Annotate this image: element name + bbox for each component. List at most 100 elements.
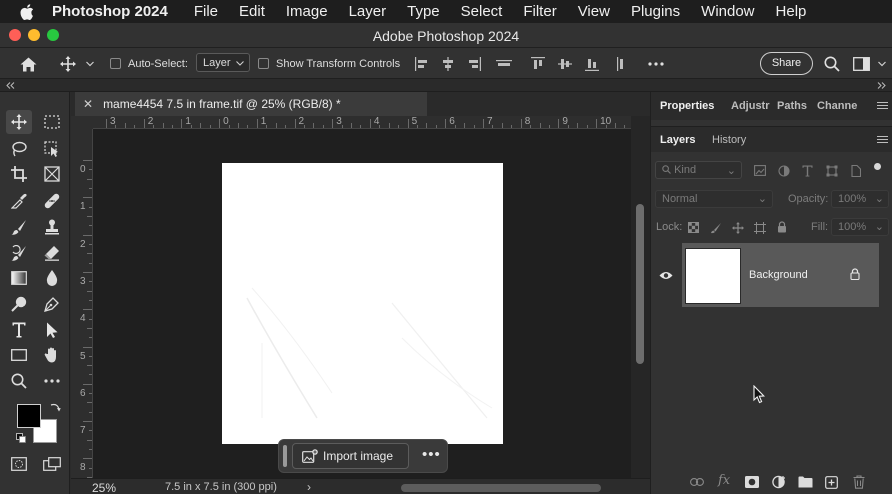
menu-plugins[interactable]: Plugins: [631, 3, 680, 20]
crop-tool-icon[interactable]: [6, 162, 32, 186]
object-selection-tool-icon[interactable]: [39, 137, 65, 161]
swap-colors-icon[interactable]: [48, 401, 62, 413]
filter-smart-objects-icon[interactable]: [849, 164, 862, 177]
tab-adjustments[interactable]: Adjustr: [731, 100, 770, 112]
marquee-tool-icon[interactable]: [39, 110, 65, 134]
screen-mode-icon[interactable]: [39, 452, 65, 476]
lock-all-icon[interactable]: [775, 220, 788, 234]
pen-tool-icon[interactable]: [39, 292, 65, 316]
new-layer-icon[interactable]: [823, 474, 839, 490]
distribute-vertically-icon[interactable]: [495, 56, 513, 72]
menu-layer[interactable]: Layer: [349, 3, 387, 20]
auto-select-checkbox[interactable]: [110, 58, 121, 69]
menu-filter[interactable]: Filter: [523, 3, 556, 20]
vertical-scroll-thumb[interactable]: [636, 204, 644, 364]
healing-brush-tool-icon[interactable]: [39, 189, 65, 213]
horizontal-scroll-thumb[interactable]: [401, 484, 601, 492]
layer-visibility-eye-icon[interactable]: [659, 269, 673, 283]
menu-help[interactable]: Help: [776, 3, 807, 20]
show-transform-controls-checkbox[interactable]: [258, 58, 269, 69]
add-mask-icon[interactable]: [744, 475, 760, 489]
tab-properties[interactable]: Properties: [660, 100, 714, 112]
lock-position-icon[interactable]: [731, 221, 744, 234]
menu-type[interactable]: Type: [407, 3, 440, 20]
task-bar-more-button[interactable]: •••: [422, 446, 441, 463]
default-colors-icon[interactable]: [15, 432, 27, 444]
more-tools-icon[interactable]: [39, 369, 65, 393]
filter-type-layers-icon[interactable]: [801, 164, 814, 177]
zoom-tool-icon[interactable]: [6, 369, 32, 393]
tab-channels[interactable]: Channe: [817, 100, 857, 112]
align-vertical-centers-icon[interactable]: [557, 56, 573, 72]
canvas-area[interactable]: [93, 129, 631, 478]
brush-tool-icon[interactable]: [6, 215, 32, 239]
workspace-icon[interactable]: [851, 55, 871, 73]
lasso-tool-icon[interactable]: [6, 137, 32, 161]
menu-app-name[interactable]: Photoshop 2024: [52, 3, 168, 20]
align-top-edges-icon[interactable]: [530, 56, 546, 72]
new-adjustment-layer-icon[interactable]: [771, 474, 787, 490]
menu-edit[interactable]: Edit: [239, 3, 265, 20]
ruler-origin[interactable]: [71, 116, 93, 129]
search-icon[interactable]: [822, 55, 842, 73]
expand-left-icon[interactable]: [6, 82, 15, 89]
history-brush-tool-icon[interactable]: [6, 241, 32, 265]
fill-field[interactable]: 100% ⌄: [831, 218, 889, 236]
collapse-right-icon[interactable]: [877, 82, 886, 89]
layer-lock-icon[interactable]: [849, 267, 861, 281]
eyedropper-tool-icon[interactable]: [6, 189, 32, 213]
status-menu-chevron-icon[interactable]: ›: [307, 480, 311, 494]
filter-adjustment-layers-icon[interactable]: [777, 164, 790, 177]
layer-row-background[interactable]: Background: [682, 243, 879, 307]
home-icon[interactable]: [18, 55, 38, 73]
layer-name[interactable]: Background: [749, 269, 808, 281]
menu-select[interactable]: Select: [461, 3, 503, 20]
quick-mask-icon[interactable]: [6, 452, 32, 476]
link-layers-icon[interactable]: [689, 475, 705, 489]
auto-select-target-dropdown[interactable]: Layer: [196, 53, 250, 72]
distribute-horizontally-icon[interactable]: [613, 56, 629, 72]
vertical-ruler[interactable]: 0 1 2 3 4 5 6 7 8: [71, 129, 93, 478]
frame-tool-icon[interactable]: [39, 162, 65, 186]
align-right-edges-icon[interactable]: [466, 56, 482, 72]
filter-toggle-switch[interactable]: [874, 163, 881, 170]
panel-menu-icon[interactable]: [877, 136, 888, 145]
vertical-scrollbar[interactable]: [631, 116, 650, 478]
more-options-icon[interactable]: [646, 56, 666, 72]
horizontal-ruler[interactable]: 3 2 1 0 1 2 3 4 5 6 7 8 9 10: [93, 116, 631, 129]
zoom-level[interactable]: 25%: [92, 481, 116, 494]
opacity-field[interactable]: 100% ⌄: [831, 190, 889, 208]
import-image-button[interactable]: Import image: [292, 443, 409, 469]
menu-image[interactable]: Image: [286, 3, 328, 20]
menu-window[interactable]: Window: [701, 3, 754, 20]
blend-mode-dropdown[interactable]: Normal ⌄: [655, 190, 773, 208]
drag-handle[interactable]: [283, 445, 287, 467]
tab-paths[interactable]: Paths: [777, 100, 807, 112]
close-tab-icon[interactable]: ✕: [83, 97, 93, 111]
foreground-color-swatch[interactable]: [17, 404, 41, 428]
new-group-folder-icon[interactable]: [797, 475, 813, 489]
chevron-down-icon[interactable]: [84, 58, 96, 70]
menu-view[interactable]: View: [578, 3, 610, 20]
chevron-down-icon[interactable]: [876, 58, 888, 70]
blur-tool-icon[interactable]: [39, 266, 65, 290]
align-left-edges-icon[interactable]: [414, 56, 430, 72]
rectangle-tool-icon[interactable]: [6, 343, 32, 367]
dodge-tool-icon[interactable]: [6, 292, 32, 316]
move-tool-icon[interactable]: [6, 110, 32, 134]
document-tab[interactable]: ✕ mame4454 7.5 in frame.tif @ 25% (RGB/8…: [75, 92, 427, 116]
layer-kind-filter[interactable]: Kind ⌄: [655, 161, 742, 179]
hand-tool-icon[interactable]: [39, 343, 65, 367]
menu-file[interactable]: File: [194, 3, 218, 20]
path-selection-tool-icon[interactable]: [39, 318, 65, 342]
layer-style-fx-icon[interactable]: fx: [718, 473, 730, 488]
tab-layers[interactable]: Layers: [660, 134, 695, 146]
filter-pixel-layers-icon[interactable]: [753, 164, 766, 177]
lock-image-pixels-icon[interactable]: [709, 221, 722, 234]
move-tool-icon[interactable]: [58, 55, 78, 73]
align-horizontal-centers-icon[interactable]: [440, 56, 456, 72]
panel-menu-icon[interactable]: [877, 102, 888, 111]
eraser-tool-icon[interactable]: [39, 241, 65, 265]
gradient-tool-icon[interactable]: [6, 266, 32, 290]
align-bottom-edges-icon[interactable]: [584, 56, 600, 72]
